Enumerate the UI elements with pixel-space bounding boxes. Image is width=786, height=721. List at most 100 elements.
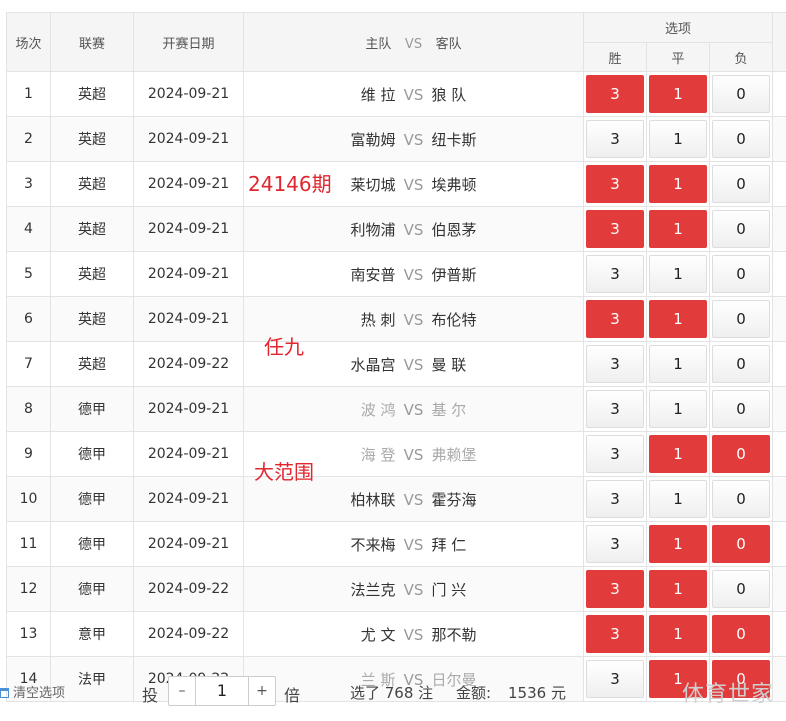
match-teams: 富勒姆 VS 纽卡斯: [243, 116, 584, 162]
match-date: 2024-09-21: [133, 71, 244, 117]
match-teams: 波 鸿 VS 基 尔: [243, 386, 584, 432]
option-draw-button[interactable]: 1: [649, 525, 707, 563]
option-draw-button[interactable]: 1: [649, 165, 707, 203]
option-loss-button[interactable]: 0: [712, 390, 771, 428]
vs-label: VS: [403, 265, 424, 284]
option-loss-button[interactable]: 0: [712, 570, 771, 608]
option-cell-win: 3: [583, 71, 647, 117]
option-loss-button[interactable]: 0: [712, 480, 771, 518]
header-match-no: 场次: [6, 12, 51, 72]
vs-label: VS: [403, 445, 424, 464]
option-loss-button[interactable]: 0: [712, 120, 771, 158]
option-draw-button[interactable]: 1: [649, 345, 707, 383]
option-loss-button[interactable]: 0: [712, 75, 771, 113]
row-spacer: [772, 566, 786, 612]
option-draw-button[interactable]: 1: [649, 435, 707, 473]
option-win-button[interactable]: 3: [586, 480, 644, 518]
option-cell-draw: 1: [646, 611, 710, 657]
match-no: 3: [6, 161, 51, 207]
home-team: 利物浦: [350, 220, 396, 239]
row-spacer: [772, 476, 786, 522]
multiplier-stepper: – 1 +: [168, 676, 276, 706]
option-draw-button[interactable]: 1: [649, 75, 707, 113]
option-loss-button[interactable]: 0: [712, 165, 771, 203]
increase-button[interactable]: +: [248, 677, 275, 705]
option-loss-button[interactable]: 0: [712, 300, 771, 338]
clear-selection-button[interactable]: 清空选项: [0, 682, 65, 701]
match-teams: 不来梅 VS 拜 仁: [243, 521, 584, 567]
option-cell-loss: 0: [708, 431, 774, 477]
match-date: 2024-09-21: [133, 206, 244, 252]
table-row: 12 德甲 2024-09-22 法兰克 VS 门 兴 310: [6, 566, 786, 612]
option-cell-draw: 1: [646, 566, 710, 612]
header-options: 选项: [582, 12, 774, 43]
annotation-ren-jiu: 任九: [264, 335, 304, 359]
option-win-button[interactable]: 3: [586, 615, 644, 653]
option-cell-win: 3: [583, 566, 647, 612]
match-teams: 维 拉 VS 狼 队: [243, 71, 584, 117]
option-win-button[interactable]: 3: [586, 75, 644, 113]
option-draw-button[interactable]: 1: [649, 255, 707, 293]
option-loss-button[interactable]: 0: [712, 525, 771, 563]
away-team: 那不勒: [431, 625, 477, 644]
option-loss-button[interactable]: 0: [712, 435, 771, 473]
option-draw-button[interactable]: 1: [649, 570, 707, 608]
option-win-button[interactable]: 3: [586, 300, 644, 338]
row-spacer: [772, 116, 786, 162]
option-draw-button[interactable]: 1: [649, 480, 707, 518]
option-win-button[interactable]: 3: [586, 525, 644, 563]
option-cell-draw: 1: [646, 431, 710, 477]
table-row: 11 德甲 2024-09-21 不来梅 VS 拜 仁 310: [6, 521, 786, 567]
league-name: 英超: [50, 341, 134, 387]
option-loss-button[interactable]: 0: [712, 615, 771, 653]
bet-footer: 清空选项 投 – 1 + 倍 选了 768 注 金额: 1536 元: [0, 668, 786, 712]
option-cell-loss: 0: [708, 251, 774, 297]
option-cell-loss: 0: [708, 296, 774, 342]
option-draw-button[interactable]: 1: [649, 390, 707, 428]
match-table-container: 场次 联赛 开赛日期 主队 VS 客队 选项 胜 平 负 1 英超 2024-09-…: [6, 12, 786, 702]
vs-label: VS: [403, 535, 424, 554]
option-loss-button[interactable]: 0: [712, 210, 771, 248]
option-cell-loss: 0: [708, 476, 774, 522]
home-team: 法兰克: [350, 580, 396, 599]
option-draw-button[interactable]: 1: [649, 210, 707, 248]
option-cell-draw: 1: [646, 116, 710, 162]
option-win-button[interactable]: 3: [586, 570, 644, 608]
option-win-button[interactable]: 3: [586, 435, 644, 473]
table-row: 13 意甲 2024-09-22 尤 文 VS 那不勒 3 1 0: [6, 611, 786, 657]
match-no: 9: [6, 431, 51, 477]
option-loss-button[interactable]: 0: [712, 255, 771, 293]
watermark: 体育世家: [681, 682, 774, 707]
table-row: 3 英超 2024-09-21 莱切城 VS 埃弗顿 3 1 0: [6, 161, 786, 207]
table-row: 10 德甲 2024-09-21 柏林联 VS 霍芬海 3 1 0: [6, 476, 786, 522]
option-draw-button[interactable]: 1: [649, 300, 707, 338]
away-team: 伯恩茅: [431, 220, 477, 239]
option-win-button[interactable]: 3: [586, 255, 644, 293]
option-loss-button[interactable]: 0: [712, 345, 771, 383]
option-cell-loss: 0: [708, 386, 774, 432]
bet-label: 投: [142, 686, 159, 705]
option-draw-button[interactable]: 1: [649, 615, 707, 653]
match-date: 2024-09-21: [133, 161, 244, 207]
option-win-button[interactable]: 3: [586, 210, 644, 248]
option-win-button[interactable]: 3: [586, 345, 644, 383]
option-cell-draw: 1: [646, 476, 710, 522]
option-win-button[interactable]: 3: [586, 165, 644, 203]
match-no: 1: [6, 71, 51, 117]
option-cell-loss: 0: [708, 611, 774, 657]
row-spacer: [772, 341, 786, 387]
option-win-button[interactable]: 3: [586, 390, 644, 428]
decrease-button[interactable]: –: [169, 677, 196, 705]
away-team: 伊普斯: [431, 265, 477, 284]
option-draw-button[interactable]: 1: [649, 120, 707, 158]
option-cell-draw: 1: [646, 161, 710, 207]
league-name: 英超: [50, 116, 134, 162]
home-team: 富勒姆: [350, 130, 396, 149]
option-cell-loss: 0: [708, 116, 774, 162]
multiplier-input[interactable]: 1: [196, 677, 248, 705]
row-spacer: [772, 431, 786, 477]
away-team: 狼 队: [431, 85, 467, 104]
option-win-button[interactable]: 3: [586, 120, 644, 158]
away-team: 埃弗顿: [431, 175, 477, 194]
league-name: 德甲: [50, 566, 134, 612]
